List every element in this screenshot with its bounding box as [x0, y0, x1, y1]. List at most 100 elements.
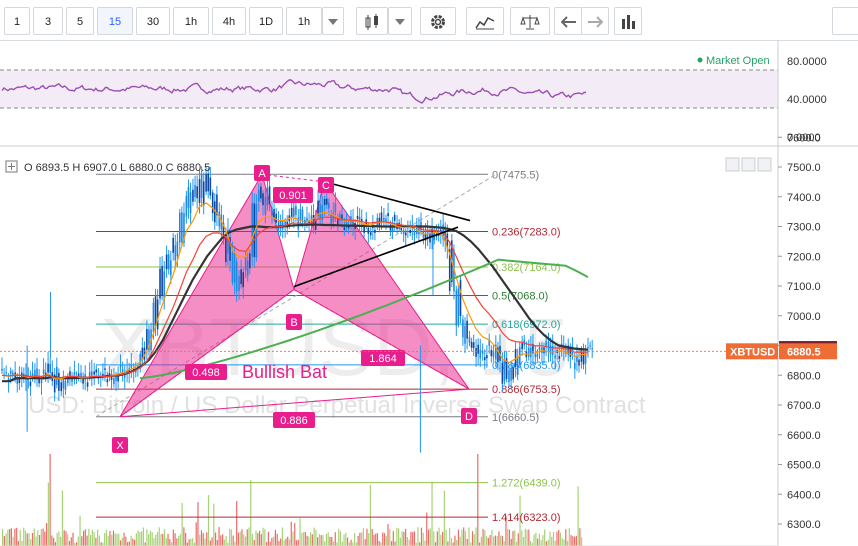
interval-1-button[interactable]: 1 [4, 7, 30, 35]
candle-body [549, 345, 552, 355]
volume-bar [200, 530, 203, 546]
candle-body [356, 216, 359, 219]
volume-bar [185, 532, 187, 546]
fullscreen-button[interactable] [832, 7, 858, 35]
ratio-xab-label: 0.498 [185, 364, 227, 380]
volume-bar [419, 542, 421, 546]
ohlc-l: 6880.0 [129, 162, 163, 174]
candle-body [36, 368, 38, 376]
volume-bar [137, 530, 139, 546]
volume-bar [412, 532, 414, 546]
price-axis-label: 7500.0 [787, 162, 821, 174]
volume-bar [98, 535, 100, 546]
volume-bar [16, 527, 18, 546]
candle-body [58, 372, 60, 391]
volume-bar [211, 537, 213, 546]
settings-button[interactable] [420, 7, 456, 35]
point-c-label: C [318, 177, 334, 193]
financials-button[interactable] [614, 7, 642, 35]
volume-bar [23, 527, 25, 546]
volume-bar [9, 528, 11, 546]
candle-body [95, 369, 98, 373]
price-axis-label: 7300.0 [787, 222, 821, 234]
volume-bar [348, 542, 350, 546]
candle-body [521, 343, 523, 350]
candle-body [181, 212, 183, 243]
volume-bar [229, 528, 231, 546]
candle-body [88, 371, 91, 377]
redo-button[interactable] [581, 7, 609, 35]
volume-bar [156, 532, 159, 546]
volume-bar [310, 532, 312, 546]
candle-body [466, 320, 468, 339]
candle-body [486, 355, 488, 359]
candle-body [279, 220, 282, 230]
candle-body [404, 232, 407, 236]
interval-1h-button[interactable]: 1h [173, 7, 209, 35]
fib-ratio: 1.414 [492, 512, 520, 524]
volume-bar [264, 529, 266, 546]
volume-bar [30, 538, 32, 546]
undo-button[interactable] [554, 7, 582, 35]
volume-bar [577, 486, 579, 546]
volume-bar [260, 534, 262, 546]
candles-style-button[interactable] [356, 7, 388, 35]
candle-body [110, 377, 113, 381]
volume-bar [253, 540, 255, 546]
candle-body [242, 272, 245, 288]
scales-icon [520, 15, 540, 30]
interval-4h-button[interactable]: 4h [212, 7, 246, 35]
volume-bar [487, 537, 489, 546]
volume-bar [33, 528, 35, 546]
candle-body [159, 268, 161, 299]
candle-body [323, 198, 326, 205]
volume-bar [517, 533, 519, 546]
ratio-ac-label: 0.901 [273, 187, 313, 203]
volume-bar [313, 527, 315, 546]
volume-bar [237, 532, 240, 546]
candle-body [558, 355, 561, 359]
scroll-up-icon[interactable] [725, 157, 740, 172]
price-axis-label: 7000.0 [787, 311, 821, 323]
candle-body [591, 348, 593, 350]
interval-3-button[interactable]: 3 [33, 7, 63, 35]
volume-bar [86, 535, 88, 546]
trading-chart[interactable]: 80.000040.00000.0000Market OpenXBTUSD, 1… [0, 40, 858, 546]
chart-style-chevron-icon[interactable] [388, 7, 412, 35]
candle-body [106, 379, 109, 383]
volume-bar [225, 536, 227, 546]
scroll-down-icon[interactable] [741, 157, 756, 172]
interval-30-button[interactable]: 30 [136, 7, 170, 35]
volume-bar [357, 535, 359, 546]
candle-body [383, 217, 385, 221]
indicators-button[interactable] [466, 7, 504, 35]
volume-bar [82, 530, 85, 546]
volume-bar [190, 538, 192, 546]
volume-bar [383, 533, 386, 546]
compare-button[interactable] [510, 7, 550, 35]
price-axis-label: 7200.0 [787, 251, 821, 263]
volume-bar [104, 532, 106, 546]
candle-body [202, 181, 205, 206]
volume-bar [401, 531, 403, 546]
volume-bar [489, 535, 491, 546]
candle-body [207, 173, 210, 192]
volume-bar [119, 540, 122, 546]
interval-15-button[interactable]: 15 [97, 7, 133, 35]
volume-bar [294, 523, 296, 546]
volume-bar [566, 540, 569, 546]
interval-chevron-down-icon[interactable] [322, 7, 344, 35]
candle-body [290, 207, 293, 217]
volume-bar [368, 533, 370, 546]
volume-bar [579, 528, 581, 546]
close-panel-icon[interactable] [757, 157, 772, 172]
ratio-xad-label-text: 0.886 [280, 415, 308, 427]
volume-bar [533, 534, 535, 546]
volume-bar [5, 533, 7, 546]
interval-1d-button[interactable]: 1D [249, 7, 283, 35]
volume-bar [93, 531, 95, 546]
interval-5-button[interactable]: 5 [66, 7, 94, 35]
volume-bar [128, 541, 130, 546]
candle-body [343, 227, 346, 231]
interval-dropdown-button[interactable]: 1h [286, 7, 322, 35]
